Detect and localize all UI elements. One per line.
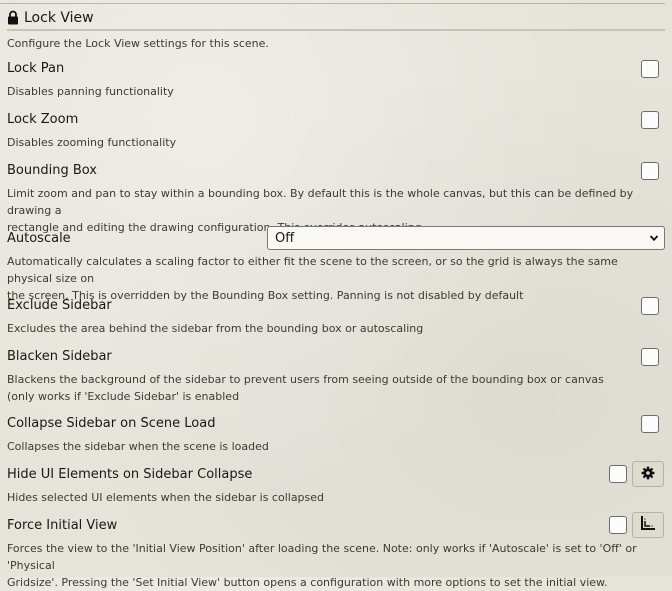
force-initial-view-checkbox[interactable] [609,516,627,534]
lock-pan-checkbox[interactable] [641,60,659,78]
lock-pan-hint: Disables panning functionality [7,85,174,98]
force-initial-view-label: Force Initial View [7,518,118,533]
hide-ui-checkbox[interactable] [609,465,627,483]
collapse-sidebar-hint: Collapses the sidebar when the scene is … [7,440,269,453]
collapse-sidebar-checkbox[interactable] [641,415,659,433]
section-title: Lock View [24,9,94,26]
lock-pan-label: Lock Pan [7,61,65,76]
set-initial-view-button[interactable] [632,512,664,538]
set-initial-view-icon [640,515,656,535]
bounding-box-label: Bounding Box [7,163,98,178]
force-initial-view-hint: Forces the view to the 'Initial View Pos… [7,542,637,589]
hide-ui-label: Hide UI Elements on Sidebar Collapse [7,467,253,482]
exclude-sidebar-label: Exclude Sidebar [7,298,112,313]
top-divider [0,3,665,4]
hide-ui-hint: Hides selected UI elements when the side… [7,491,325,504]
autoscale-hint: Automatically calculates a scaling facto… [7,255,618,302]
autoscale-select[interactable]: Off [267,226,665,250]
hide-ui-settings-button[interactable] [632,461,664,487]
autoscale-selected-value: Off [275,230,295,246]
section-header: Lock View [7,6,665,31]
blacken-sidebar-checkbox[interactable] [641,348,659,366]
lock-zoom-label: Lock Zoom [7,112,79,127]
exclude-sidebar-hint: Excludes the area behind the sidebar fro… [7,322,424,335]
collapse-sidebar-label: Collapse Sidebar on Scene Load [7,416,216,431]
gear-icon [641,465,655,484]
blacken-sidebar-hint: Blackens the background of the sidebar t… [7,373,604,403]
section-description: Configure the Lock View settings for thi… [7,37,269,50]
lock-icon [7,10,19,25]
bounding-box-checkbox[interactable] [641,162,659,180]
blacken-sidebar-label: Blacken Sidebar [7,349,112,364]
exclude-sidebar-checkbox[interactable] [641,297,659,315]
chevron-down-icon [649,233,659,243]
autoscale-label: Autoscale [7,231,71,246]
lock-zoom-checkbox[interactable] [641,111,659,129]
lock-zoom-hint: Disables zooming functionality [7,136,177,149]
